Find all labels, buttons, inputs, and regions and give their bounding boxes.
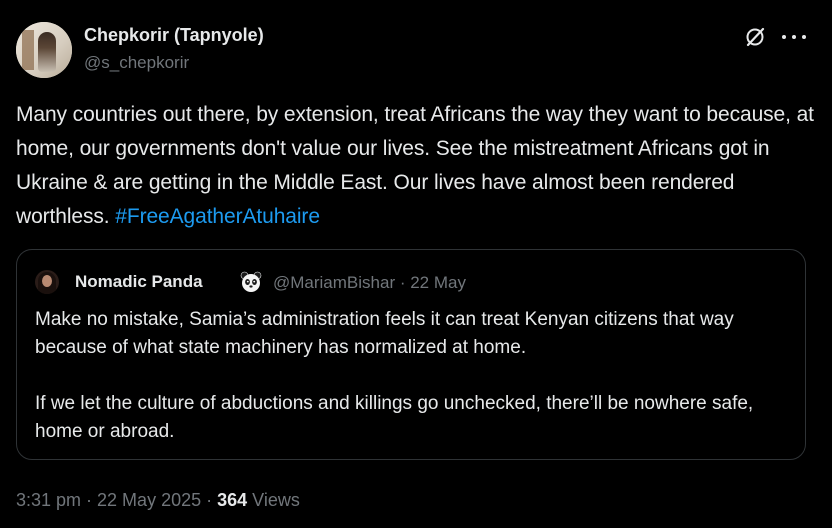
views-label: Views	[247, 490, 300, 510]
tweet-text: Many countries out there, by extension, …	[16, 98, 816, 234]
author-display-name[interactable]: Chepkorir (Tapnyole)	[84, 25, 264, 46]
grok-icon[interactable]	[744, 26, 766, 48]
quoted-author-meta[interactable]: @MariamBishar · 22 May	[273, 273, 466, 293]
quoted-tweet[interactable]: Nomadic Panda @MariamBishar · 22 May Mak…	[16, 249, 806, 460]
quoted-author-name[interactable]: Nomadic Panda	[75, 272, 203, 292]
more-options-icon[interactable]	[782, 26, 806, 48]
tweet-card: Chepkorir (Tapnyole) @s_chepkorir Many c…	[0, 0, 832, 528]
tweet-footer: 3:31 pm · 22 May 2025 · 364 Views	[16, 490, 300, 511]
quoted-paragraph: If we let the culture of abductions and …	[35, 393, 754, 442]
hashtag-link[interactable]: #FreeAgatherAtuhaire	[115, 205, 320, 228]
quoted-paragraph: Make no mistake, Samia’s administration …	[35, 309, 734, 358]
quoted-tweet-text: Make no mistake, Samia’s administration …	[35, 306, 795, 446]
quoted-author-avatar[interactable]	[35, 270, 59, 294]
panda-emoji-icon	[240, 271, 262, 292]
timestamp[interactable]: 3:31 pm · 22 May 2025 ·	[16, 490, 217, 510]
author-avatar[interactable]	[16, 22, 72, 78]
views-count: 364	[217, 490, 248, 510]
author-handle[interactable]: @s_chepkorir	[84, 53, 189, 73]
